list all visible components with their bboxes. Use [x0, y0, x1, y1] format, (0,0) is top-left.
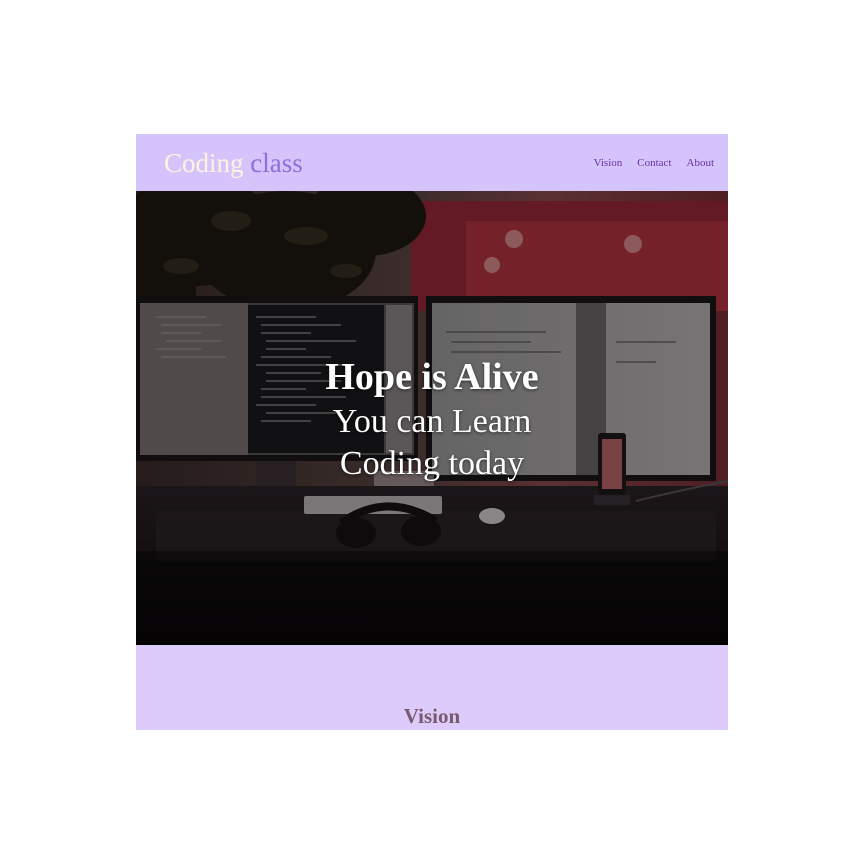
- nav-link-contact[interactable]: Contact: [637, 156, 671, 170]
- hero-subtitle-line-2: Coding today: [339, 445, 525, 482]
- logo-word-class: class: [250, 148, 303, 178]
- logo-word-coding: Coding: [164, 148, 244, 178]
- hero-subtitle-line-1: You can Learn: [332, 403, 532, 440]
- site-logo[interactable]: Coding class: [164, 146, 303, 180]
- navbar: Coding class Vision Contact About: [136, 134, 728, 191]
- vision-heading: Vision: [403, 704, 461, 728]
- hero-title: Hope is Alive: [325, 356, 539, 398]
- hero-section: Hope is Alive You can Learn Coding today: [136, 191, 728, 645]
- nav-link-vision[interactable]: Vision: [594, 156, 623, 170]
- nav-links: Vision Contact About: [594, 156, 714, 170]
- vision-section: Vision: [136, 645, 728, 730]
- page-frame: Coding class Vision Contact About Hope i…: [136, 134, 728, 730]
- nav-link-about[interactable]: About: [687, 156, 715, 170]
